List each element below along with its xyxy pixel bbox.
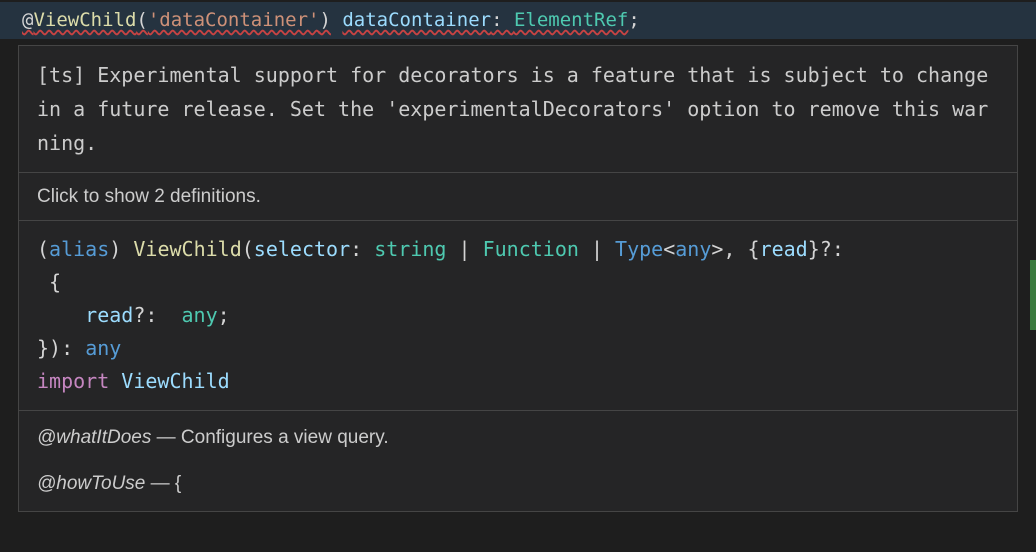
sig-import-name: ViewChild (121, 369, 229, 393)
decorator-at: @ (22, 9, 33, 31)
code-line[interactable]: @ViewChild('dataContainer') dataContaine… (0, 2, 1036, 39)
hover-signature-section: (alias) ViewChild(selector: string | Fun… (19, 221, 1017, 411)
sig-lparen: ( (37, 237, 49, 261)
sig-gt: > (711, 237, 723, 261)
sig-lt: < (663, 237, 675, 261)
sig-pipe2: | (579, 237, 615, 261)
doc-tag-whatitdoes: @whatItDoes (37, 427, 151, 448)
definitions-link[interactable]: Click to show 2 definitions. (37, 186, 261, 207)
overview-ruler-marker (1030, 260, 1036, 330)
doc-whatitdoes: @whatItDoes — Configures a view query. (37, 423, 999, 453)
decorator-name: ViewChild (33, 9, 136, 31)
sig-pipe1: | (446, 237, 482, 261)
sig-comma: , (723, 237, 747, 261)
hover-doc-section: @whatItDoes — Configures a view query. @… (19, 411, 1017, 512)
sig-semi-inner: ; (218, 303, 230, 327)
semicolon: ; (628, 9, 639, 31)
string-literal: 'dataContainer' (148, 9, 320, 31)
sig-lbrace: { (748, 237, 760, 261)
sig-colon4: : (61, 336, 85, 360)
doc-dash1: — (151, 427, 181, 448)
sig-colon3: : (145, 303, 181, 327)
identifier: dataContainer (342, 9, 491, 31)
sig-call-lparen: ( (242, 237, 254, 261)
doc-whatitdoes-text: Configures a view query. (181, 427, 389, 448)
sig-import-kw: import (37, 369, 109, 393)
hover-popup: [ts] Experimental support for decorators… (18, 45, 1018, 513)
paren-open: ( (136, 9, 147, 31)
sig-nl2 (37, 303, 85, 327)
space (331, 9, 342, 31)
sig-read: read (760, 237, 808, 261)
sig-read2: read (85, 303, 133, 327)
sig-selector: selector (254, 237, 350, 261)
colon: : (491, 9, 514, 31)
sig-colon1: : (350, 237, 374, 261)
type-name: ElementRef (514, 9, 628, 31)
sig-colon2: : (832, 237, 844, 261)
sig-alias: alias (49, 237, 109, 261)
warning-text: [ts] Experimental support for decorators… (37, 58, 999, 160)
sig-nl1 (37, 270, 49, 294)
hover-warning-section: [ts] Experimental support for decorators… (19, 46, 1017, 173)
doc-howtouse-text: { (175, 473, 181, 494)
editor-area: @ViewChild('dataContainer') dataContaine… (0, 0, 1036, 512)
sig-rbrace: } (808, 237, 820, 261)
sig-any2: any (182, 303, 218, 327)
sig-name: ViewChild (133, 237, 241, 261)
sig-rparen: ) (109, 237, 133, 261)
sig-type-kw: Type (615, 237, 663, 261)
paren-close: ) (319, 9, 330, 31)
doc-dash2: — (145, 473, 175, 494)
doc-howtouse: @howToUse — { (37, 469, 999, 499)
sig-rparen2: ) (49, 336, 61, 360)
sig-space (109, 369, 121, 393)
sig-lbrace2: { (49, 270, 61, 294)
sig-string-type: string (374, 237, 446, 261)
sig-function-type: Function (483, 237, 579, 261)
sig-q: ? (820, 237, 832, 261)
sig-any1: any (675, 237, 711, 261)
doc-tag-howtouse: @howToUse (37, 473, 145, 494)
signature-block: (alias) ViewChild(selector: string | Fun… (37, 233, 999, 398)
sig-rbrace2: } (37, 336, 49, 360)
sig-q2: ? (133, 303, 145, 327)
sig-any3: any (85, 336, 121, 360)
hover-definitions-section: Click to show 2 definitions. (19, 173, 1017, 221)
